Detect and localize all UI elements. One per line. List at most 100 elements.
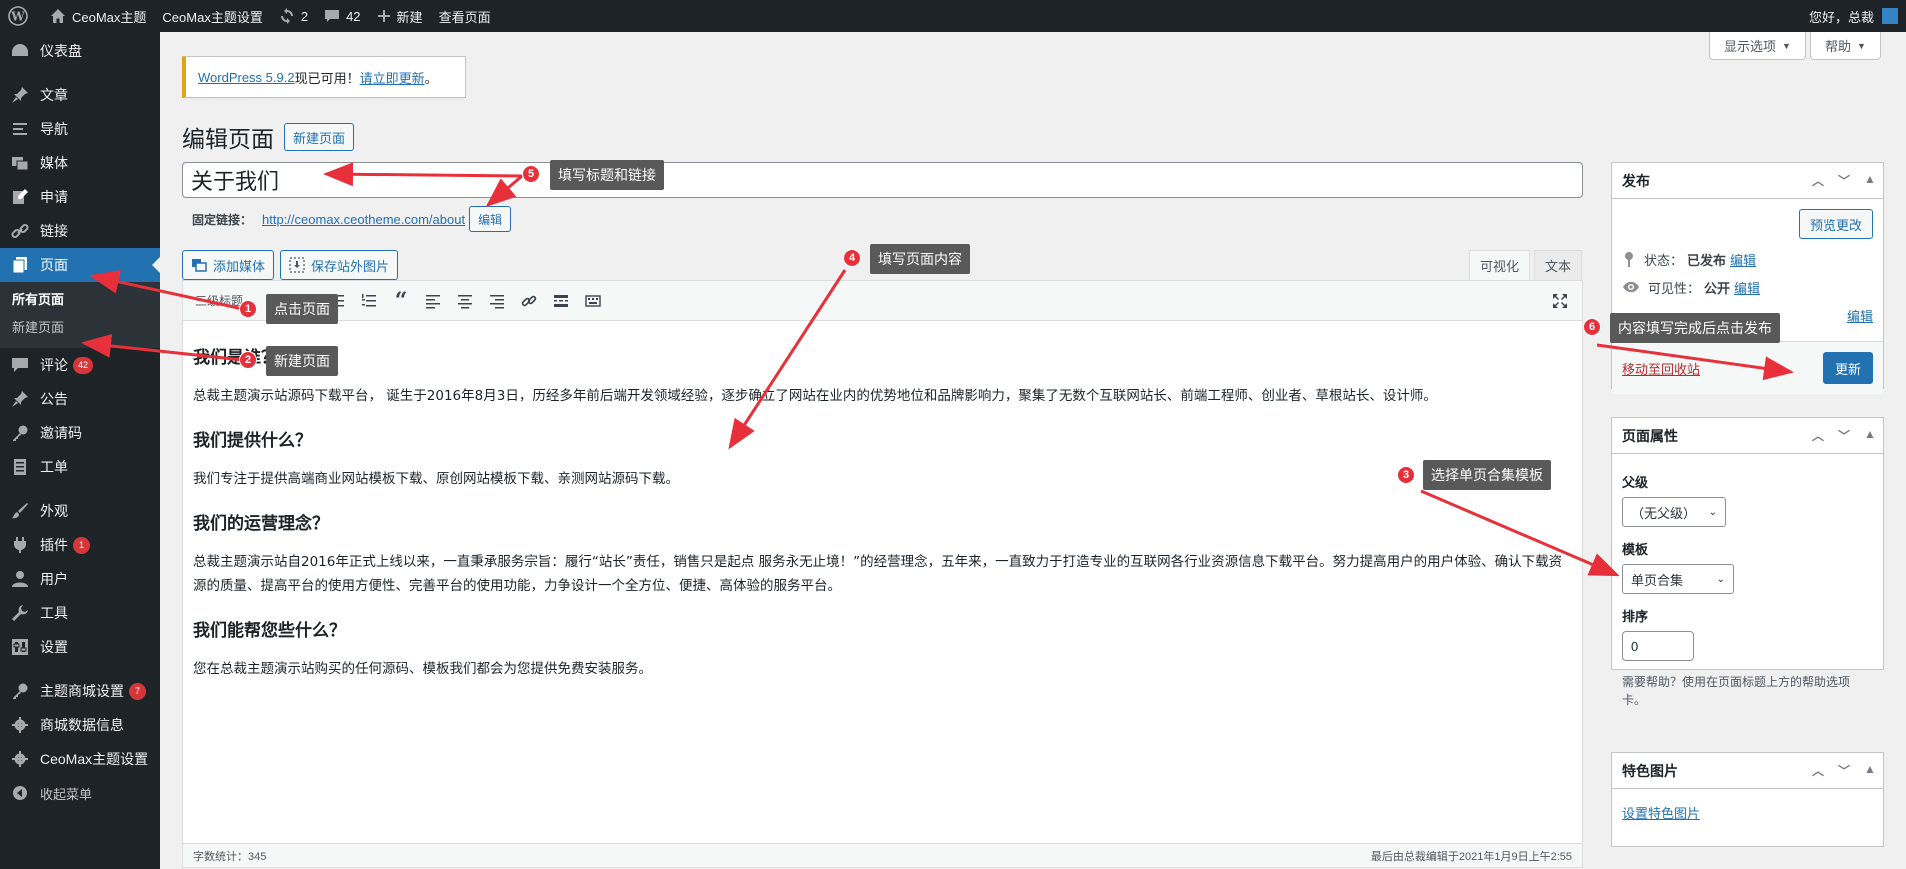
site-name-link[interactable]: CeoMax主题 xyxy=(42,0,154,32)
pages-icon xyxy=(10,255,30,275)
editor-content[interactable]: 我们是谁？ 总裁主题演示站源码下载平台， 诞生于2016年8月3日，历经多年前后… xyxy=(183,321,1582,711)
wordpress-version-link[interactable]: WordPress 5.9.2 xyxy=(198,70,295,85)
edit-date-link[interactable]: 编辑 xyxy=(1847,306,1873,325)
my-account[interactable]: 您好，总裁 xyxy=(1801,0,1906,32)
update-now-link[interactable]: 请立即更新 xyxy=(360,68,425,87)
sidebar-item-links[interactable]: 链接 xyxy=(0,214,160,248)
move-down-icon[interactable]: ﹀ xyxy=(1831,427,1857,444)
align-center-button[interactable] xyxy=(449,286,481,316)
parent-label: 父级 xyxy=(1622,475,1649,490)
insert-link-button[interactable] xyxy=(513,286,545,316)
blockquote-button[interactable]: “ xyxy=(385,286,417,316)
new-content-link[interactable]: 新建 xyxy=(369,0,431,32)
tab-text[interactable]: 文本 xyxy=(1533,250,1582,280)
annotation-number: 1 xyxy=(239,300,257,318)
dashboard-icon xyxy=(10,41,30,61)
sidebar-item-tickets[interactable]: 工单 xyxy=(0,450,160,484)
move-down-icon[interactable]: ﹀ xyxy=(1831,172,1857,189)
sidebar-item-posts[interactable]: 文章 xyxy=(0,78,160,112)
annotation-number: 6 xyxy=(1583,318,1601,336)
sidebar-item-shop-data[interactable]: 商城数据信息 xyxy=(0,708,160,742)
add-media-button[interactable]: 添加媒体 xyxy=(182,250,275,280)
admin-bar: W CeoMax主题 CeoMax主题设置 2 42 新建 查看页面 您好，总裁 xyxy=(0,0,1906,32)
pages-submenu: 所有页面 新建页面 xyxy=(0,282,160,348)
post-title-input[interactable]: 关于我们 xyxy=(182,162,1583,198)
template-select[interactable]: 单页合集 ⌄ xyxy=(1622,564,1734,594)
sidebar-item-pages[interactable]: 页面 xyxy=(0,248,160,282)
pin-icon xyxy=(10,85,30,105)
featured-image-box: 特色图片 ︿ ﹀ ▲ 设置特色图片 xyxy=(1611,752,1884,847)
fullscreen-button[interactable] xyxy=(1544,286,1576,316)
toggle-panel-icon[interactable]: ▲ xyxy=(1857,762,1883,779)
tab-visual[interactable]: 可视化 xyxy=(1468,250,1530,280)
move-up-icon[interactable]: ︿ xyxy=(1805,427,1831,444)
move-up-icon[interactable]: ︿ xyxy=(1805,172,1831,189)
page-attributes-header: 页面属性 ︿ ﹀ ▲ xyxy=(1612,418,1883,454)
set-featured-image-link[interactable]: 设置特色图片 xyxy=(1622,806,1700,821)
parent-select[interactable]: （无父级） ⌄ xyxy=(1622,497,1726,527)
sidebar-item-plugins[interactable]: 插件 1 xyxy=(0,528,160,562)
menu-order-input[interactable]: 0 xyxy=(1622,631,1694,661)
save-external-images-button[interactable]: 保存站外图片 xyxy=(280,250,399,280)
content-heading: 我们是谁？ xyxy=(193,348,278,368)
move-down-icon[interactable]: ﹀ xyxy=(1831,762,1857,779)
content-editor: 三级标题 B I “ 我们是谁？ 总裁主题演示站源码下载平台， 诞生于2016年… xyxy=(182,280,1583,868)
sidebar-item-settings[interactable]: 设置 xyxy=(0,630,160,664)
annotation-callout: 内容填写完成后点击发布 xyxy=(1610,313,1780,343)
sidebar-subitem-new-page[interactable]: 新建页面 xyxy=(0,314,160,342)
align-right-icon xyxy=(490,294,505,308)
settings-icon xyxy=(10,637,30,657)
sidebar-item-shop-settings[interactable]: 主题商城设置 7 xyxy=(0,674,160,708)
preview-changes-button[interactable]: 预览更改 xyxy=(1798,209,1873,239)
sidebar-item-announce[interactable]: 公告 xyxy=(0,382,160,416)
page-title: 编辑页面 xyxy=(182,126,274,152)
fullscreen-icon xyxy=(1553,293,1567,308)
order-label: 排序 xyxy=(1622,609,1649,624)
sidebar-item-tools[interactable]: 工具 xyxy=(0,596,160,630)
comments-link[interactable]: 42 xyxy=(316,0,368,32)
screen-options-button[interactable]: 显示选项 ▼ xyxy=(1709,32,1806,60)
sidebar-item-nav[interactable]: 导航 xyxy=(0,112,160,146)
permalink-url[interactable]: http://ceomax.ceotheme.com/about xyxy=(262,212,465,227)
align-right-button[interactable] xyxy=(481,286,513,316)
sidebar-item-ceomax-settings[interactable]: CeoMax主题设置 xyxy=(0,742,160,776)
plugin-icon xyxy=(10,535,30,555)
edit-visibility-link[interactable]: 编辑 xyxy=(1734,278,1760,297)
content-paragraph: 总裁主题演示站自2016年正式上线以来，一直秉承服务宗旨：履行“站长”责任，销售… xyxy=(193,554,1563,594)
sidebar-item-media[interactable]: 媒体 xyxy=(0,146,160,180)
align-left-button[interactable] xyxy=(417,286,449,316)
permalink-edit-button[interactable]: 编辑 xyxy=(469,206,512,232)
updates-link[interactable]: 2 xyxy=(271,0,316,32)
view-page-link[interactable]: 查看页面 xyxy=(431,0,499,32)
sidebar-item-users[interactable]: 用户 xyxy=(0,562,160,596)
sidebar-subitem-all-pages[interactable]: 所有页面 xyxy=(0,286,160,314)
toggle-panel-icon[interactable]: ▲ xyxy=(1857,427,1883,444)
svg-text:W: W xyxy=(10,10,25,24)
move-up-icon[interactable]: ︿ xyxy=(1805,762,1831,779)
template-label: 模板 xyxy=(1622,542,1649,557)
sidebar-item-invite[interactable]: 邀请码 xyxy=(0,416,160,450)
numbered-list-button[interactable] xyxy=(353,286,385,316)
media-icon xyxy=(192,259,207,272)
add-new-page-button[interactable]: 新建页面 xyxy=(284,123,355,151)
update-notice: WordPress 5.9.2 现已可用！ 请立即更新 。 xyxy=(182,56,466,98)
read-more-button[interactable] xyxy=(545,286,577,316)
wordpress-logo-icon[interactable]: W xyxy=(0,0,42,32)
update-button[interactable]: 更新 xyxy=(1822,352,1873,384)
theme-settings-link[interactable]: CeoMax主题设置 xyxy=(154,0,270,32)
content-heading: 我们提供什么？ xyxy=(193,431,312,451)
sidebar-item-comments[interactable]: 评论 42 xyxy=(0,348,160,382)
refresh-icon xyxy=(280,8,293,24)
move-to-trash-link[interactable]: 移动至回收站 xyxy=(1622,359,1700,378)
toolbar-toggle-button[interactable] xyxy=(577,286,609,316)
help-button[interactable]: 帮助 ▼ xyxy=(1810,32,1881,60)
sidebar-item-apply[interactable]: 申请 xyxy=(0,180,160,214)
edit-status-link[interactable]: 编辑 xyxy=(1730,250,1756,269)
sidebar-item-appearance[interactable]: 外观 xyxy=(0,494,160,528)
word-count: 字数统计：345 xyxy=(193,850,267,863)
toggle-panel-icon[interactable]: ▲ xyxy=(1857,172,1883,189)
home-icon xyxy=(51,9,65,23)
sidebar-collapse-button[interactable]: 收起菜单 xyxy=(0,776,160,810)
sidebar-item-dashboard[interactable]: 仪表盘 xyxy=(0,34,160,68)
read-more-icon xyxy=(554,294,569,307)
